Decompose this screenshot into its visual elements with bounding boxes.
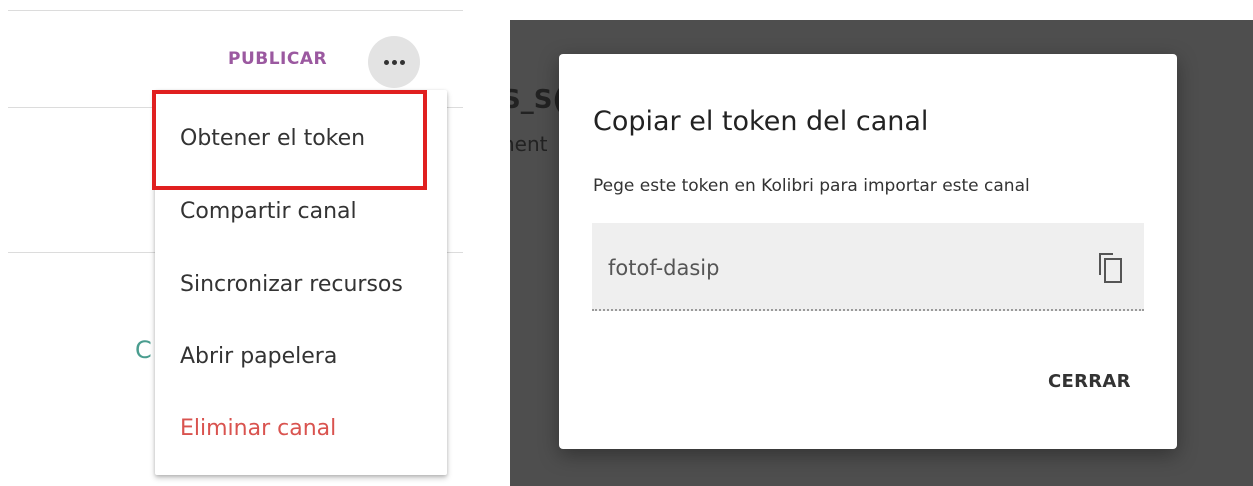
menu-item-get-token[interactable]: Obtener el token	[180, 126, 365, 151]
divider	[8, 10, 463, 11]
menu-item-sync-resources[interactable]: Sincronizar recursos	[180, 272, 403, 297]
background-channel-subtitle: nent	[510, 132, 548, 156]
channel-header-panel: PUBLICAR C Obtener el token Compartir ca…	[0, 0, 470, 486]
menu-item-delete-channel[interactable]: Eliminar canal	[180, 416, 336, 441]
copy-icon[interactable]	[1096, 251, 1124, 285]
copy-token-dialog: Copiar el token del canal Pege este toke…	[559, 54, 1177, 449]
close-button[interactable]: CERRAR	[1048, 371, 1131, 392]
token-field[interactable]: fotof-dasip	[592, 223, 1144, 311]
background-partial-icon: C	[135, 336, 152, 364]
more-options-button[interactable]	[368, 36, 420, 88]
modal-overlay: S_S( nent Copiar el token del canal Pege…	[510, 20, 1253, 486]
dialog-title: Copiar el token del canal	[593, 106, 929, 137]
menu-item-open-trash[interactable]: Abrir papelera	[180, 344, 337, 369]
more-options-menu: Obtener el token Compartir canal Sincron…	[155, 90, 447, 475]
publish-button[interactable]: PUBLICAR	[228, 49, 327, 69]
token-value[interactable]: fotof-dasip	[608, 256, 719, 280]
background-channel-title: S_S(	[510, 85, 565, 115]
menu-item-share-channel[interactable]: Compartir canal	[180, 199, 357, 224]
dialog-description: Pege este token en Kolibri para importar…	[593, 176, 1030, 196]
more-horizontal-icon	[382, 59, 406, 65]
